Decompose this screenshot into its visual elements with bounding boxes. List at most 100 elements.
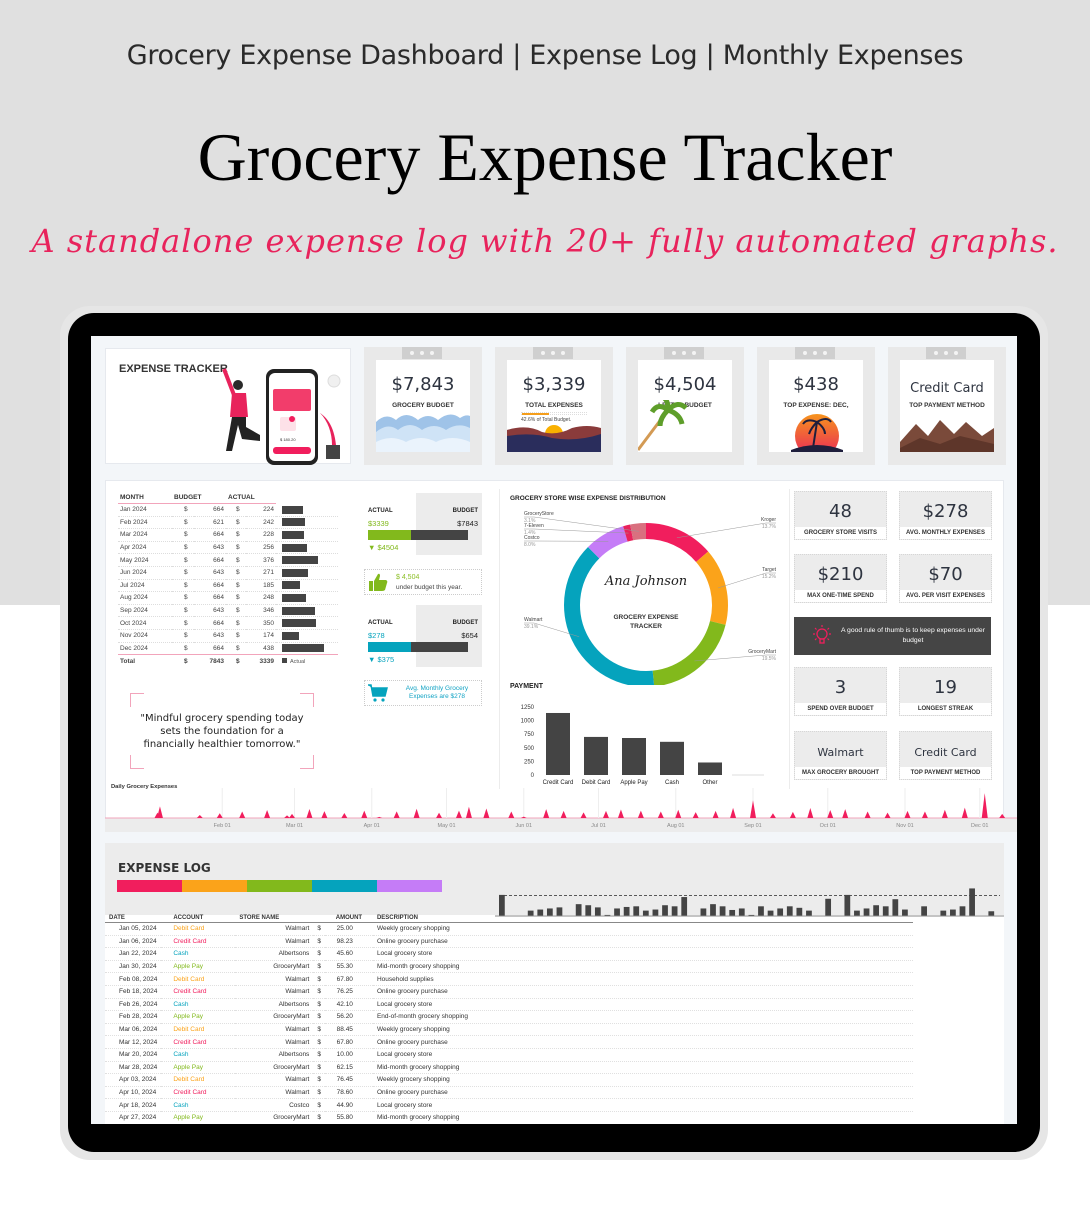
legend-label: Actual: [290, 658, 306, 665]
y-tick-label: 250: [524, 759, 535, 765]
expense-row[interactable]: Mar 12, 2024 Credit Card Walmart $67.80 Onli…: [105, 1035, 913, 1049]
budget-cell: 643: [194, 629, 226, 643]
under-budget-note: $ 4,504 under budget this year.: [364, 569, 482, 595]
expense-row[interactable]: Apr 10, 2024 Credit Card Walmart $78.60 Onli…: [105, 1086, 913, 1100]
expense-row[interactable]: Mar 28, 2024 Apple Pay GroceryMart $62.15 Mi…: [105, 1061, 913, 1075]
account-cell: Apple Pay: [161, 1111, 236, 1124]
daily-spike: [884, 812, 891, 818]
actual-bar-cell: [276, 503, 338, 517]
kpi-left-in-budget: $4,504 LEFT IN BUDGET: [626, 347, 744, 465]
currency-cell: $: [313, 1061, 325, 1075]
account-cell: Debit Card: [161, 922, 236, 936]
description-cell: Local grocery store: [372, 998, 913, 1012]
page-title: Grocery Expense Tracker: [197, 119, 893, 195]
actual-bar: [282, 606, 316, 615]
budget-cell: 664: [194, 579, 226, 593]
amount-cell: 67.80: [324, 972, 373, 986]
donut-percent: 1.4%: [524, 530, 536, 536]
mountains-icon: [900, 420, 994, 452]
description-cell: Mid-month grocery shopping: [372, 960, 913, 974]
description-cell: Mid-month grocery shopping: [372, 1061, 913, 1075]
currency-cell: $: [172, 516, 194, 530]
clip-icon: [795, 347, 835, 359]
actual-cell: 224: [246, 503, 276, 517]
palette-pink: [117, 880, 182, 892]
expense-row[interactable]: Feb 28, 2024 Apple Pay GroceryMart $56.20 En…: [105, 1010, 913, 1024]
date-cell: Mar 12, 2024: [105, 1035, 162, 1049]
daily-spike: [264, 809, 271, 818]
col-date: DATE: [105, 907, 162, 923]
col-description: DESCRIPTION: [372, 907, 913, 923]
monthly-budget-table: MONTH BUDGET ACTUAL Jan 2024 $664 $224 Feb …: [118, 493, 338, 668]
kpi-label: GROCERY BUDGET: [392, 402, 454, 409]
budget-progress-bar: [521, 412, 587, 415]
kpi-value: $438: [793, 374, 839, 395]
donut-slice-kroger: [646, 523, 709, 562]
donut-center-name: Ana Johnson: [604, 574, 687, 589]
expense-row[interactable]: Jan 22, 2024 Cash Albertsons $45.60 Local gr…: [105, 947, 913, 961]
kpi-label: TOP EXPENSE: DEC,: [783, 402, 849, 409]
actual-bar: [282, 581, 300, 590]
monthly-row: Feb 2024 $621 $242: [118, 516, 338, 530]
kpi-value: Credit Card: [910, 381, 984, 396]
expense-row[interactable]: Mar 20, 2024 Cash Albertsons $10.00 Local gr…: [105, 1048, 913, 1062]
budget-cell: 643: [194, 541, 226, 555]
x-tick-label: Aug 01: [667, 823, 684, 829]
actual-vs-budget-bar: [368, 642, 468, 652]
payment-bar-credit-card: [546, 712, 570, 775]
currency-cell: $: [226, 541, 246, 555]
kpi-top-expense: $438 TOP EXPENSE: DEC,: [757, 347, 875, 465]
color-palette: [117, 880, 442, 892]
budget-difference: ▼ $4504: [368, 543, 399, 552]
avg-monthly-text: Avg. Monthly Grocery Expenses are $278: [405, 685, 469, 700]
date-cell: Jan 30, 2024: [105, 960, 162, 974]
actual-cell: 346: [246, 604, 276, 618]
daily-spike: [941, 809, 948, 818]
actual-bar-cell: [276, 604, 338, 618]
monthly-actual-vs-budget: ACTUAL BUDGET $278 $654 ▼ $375: [364, 605, 482, 667]
monthly-row: Jan 2024 $664 $224: [118, 503, 338, 517]
product-links: Grocery Expense Dashboard | Expense Log …: [126, 40, 964, 71]
expense-row[interactable]: Feb 08, 2024 Debit Card Walmart $67.80 House…: [105, 972, 913, 986]
expense-row[interactable]: Apr 27, 2024 Apple Pay GroceryMart $55.80 Mi…: [105, 1111, 913, 1124]
donut-percent: 8.0%: [524, 542, 536, 548]
amount-cell: 76.45: [324, 1073, 373, 1087]
expense-row[interactable]: Apr 18, 2024 Cash Costco $44.90 Local grocer…: [105, 1098, 913, 1112]
description-cell: Household supplies: [372, 972, 913, 986]
account-cell: Cash: [161, 947, 236, 961]
y-tick-label: 500: [524, 746, 535, 752]
daily-spike: [196, 815, 203, 818]
actual-cell: 376: [246, 553, 276, 567]
daily-spike: [750, 800, 756, 818]
expense-row[interactable]: Jan 30, 2024 Apple Pay GroceryMart $55.30 Mi…: [105, 960, 913, 974]
budget-cell: 664: [194, 616, 226, 630]
daily-spike: [692, 812, 699, 818]
monthly-row: Jul 2024 $664 $185: [118, 579, 338, 593]
daily-spike: [807, 807, 814, 818]
expense-row[interactable]: Feb 26, 2024 Cash Albertsons $42.10 Local gr…: [105, 998, 913, 1012]
expense-row[interactable]: Feb 18, 2024 Credit Card Walmart $76.25 Onli…: [105, 985, 913, 999]
expense-row[interactable]: Mar 06, 2024 Debit Card Walmart $88.45 Weekl…: [105, 1023, 913, 1037]
description-cell: Local grocery store: [372, 947, 913, 961]
tip-text: A good rule of thumb is to keep expenses…: [841, 627, 985, 644]
stat-value: 19: [934, 677, 957, 698]
date-cell: Feb 28, 2024: [105, 1010, 162, 1024]
budget-cell: 664: [194, 528, 226, 542]
daily-spike: [284, 815, 291, 818]
x-tick-label: Jun 01: [515, 823, 532, 829]
currency-cell: $: [172, 654, 194, 668]
payment-bar-apple-pay: [622, 738, 646, 775]
actual-label: ACTUAL: [368, 508, 393, 514]
currency-cell: $: [313, 1035, 325, 1049]
daily-spike: [543, 809, 550, 818]
month-cell: May 2024: [118, 553, 172, 567]
amount-cell: 78.60: [324, 1086, 373, 1100]
expense-row[interactable]: Jan 05, 2024 Debit Card Walmart $25.00 Weekl…: [105, 922, 913, 936]
month-cell: Aug 2024: [118, 591, 172, 605]
expense-row[interactable]: Apr 03, 2024 Debit Card Walmart $76.45 Weekl…: [105, 1073, 913, 1087]
total-budget: 7843: [194, 654, 226, 668]
dashboard-screen: EXPENSE TRACKER $ 180.20 $7,843 GROCERY …: [91, 336, 1017, 1124]
expense-row[interactable]: Jan 06, 2024 Credit Card Walmart $98.23 Onli…: [105, 935, 913, 949]
kpi-label: TOP PAYMENT METHOD: [909, 402, 985, 409]
monthly-row: Mar 2024 $664 $228: [118, 528, 338, 542]
